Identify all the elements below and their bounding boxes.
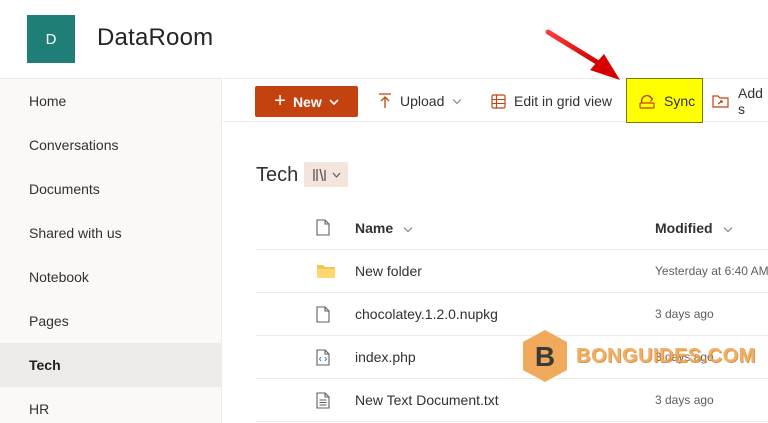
sidebar-item-notebook[interactable]: Notebook [0, 255, 221, 299]
text-file-icon [316, 379, 330, 421]
sync-icon [638, 93, 656, 109]
modified-date: 3 days ago [655, 393, 714, 407]
edit-grid-view-button[interactable]: Edit in grid view [491, 79, 612, 123]
chevron-down-icon [403, 220, 413, 236]
code-file-icon [316, 336, 330, 378]
chevron-down-icon [723, 220, 733, 236]
red-arrow-icon [545, 29, 620, 80]
sync-button[interactable]: Sync [638, 79, 695, 123]
watermark-text: BONGUIDES.COM [576, 344, 756, 367]
new-button-label: New [292, 93, 322, 110]
file-name[interactable]: index.php [355, 336, 416, 378]
watermark-letter: B [535, 341, 555, 372]
file-name[interactable]: New folder [355, 250, 422, 292]
file-name[interactable]: New Text Document.txt [355, 379, 499, 421]
grid-icon [491, 93, 506, 109]
new-button[interactable]: + New [255, 86, 358, 117]
file-name-label: index.php [355, 349, 416, 365]
site-title[interactable]: DataRoom [97, 24, 213, 52]
modified-date: Yesterday at 6:40 AM [655, 264, 768, 278]
file-name[interactable]: chocolatey.1.2.0.nupkg [355, 293, 498, 335]
site-header: D DataRoom [0, 0, 768, 78]
edit-grid-view-label: Edit in grid view [514, 93, 613, 109]
table-row[interactable]: New Text Document.txt 3 days ago [256, 379, 768, 422]
upload-icon [378, 93, 392, 109]
chevron-down-icon [332, 172, 340, 178]
name-column-header[interactable]: Name [355, 206, 413, 249]
plus-icon: + [274, 89, 286, 112]
watermark: B BONGUIDES.COM [520, 328, 756, 384]
sidebar-item-pages[interactable]: Pages [0, 299, 221, 343]
chevron-down-icon [329, 98, 339, 105]
add-shortcut-button[interactable]: Add s [712, 79, 768, 123]
site-logo[interactable]: D [27, 15, 75, 63]
sidebar-item-hr[interactable]: HR [0, 387, 221, 423]
upload-label: Upload [400, 93, 445, 109]
watermark-logo-icon: B [523, 330, 567, 382]
sidebar-item-tech[interactable]: Tech [0, 343, 221, 387]
file-name-label: chocolatey.1.2.0.nupkg [355, 306, 498, 322]
modified-header-label: Modified [655, 219, 713, 236]
file-icon [316, 293, 330, 335]
command-bar: + New Upload Edit in grid view Sync Add … [223, 78, 768, 123]
table-header-row: Name Modified [256, 206, 768, 250]
sidebar-item-home[interactable]: Home [0, 79, 221, 123]
file-table: Name Modified New folder Yesterday at 6:… [256, 206, 768, 422]
modified-column-header[interactable]: Modified [655, 206, 733, 249]
sync-label: Sync [664, 93, 696, 109]
folder-icon [316, 250, 336, 292]
table-row[interactable]: New folder Yesterday at 6:40 AM [256, 250, 768, 293]
sidebar: Home Conversations Documents Shared with… [0, 78, 222, 423]
upload-button[interactable]: Upload [378, 79, 462, 123]
library-view-icon [312, 168, 326, 181]
sidebar-item-conversations[interactable]: Conversations [0, 123, 221, 167]
file-type-header-icon[interactable] [316, 206, 330, 249]
library-title: Tech [256, 164, 299, 186]
sidebar-item-documents[interactable]: Documents [0, 167, 221, 211]
chevron-down-icon [452, 98, 462, 104]
file-name-label: New folder [355, 263, 422, 279]
site-logo-letter: D [45, 30, 57, 48]
name-header-label: Name [355, 219, 394, 236]
sidebar-item-shared-with-us[interactable]: Shared with us [0, 211, 221, 255]
file-name-label: New Text Document.txt [355, 392, 499, 408]
view-options-button[interactable] [304, 162, 348, 187]
add-shortcut-icon [712, 93, 730, 109]
add-shortcut-label: Add s [738, 85, 763, 117]
